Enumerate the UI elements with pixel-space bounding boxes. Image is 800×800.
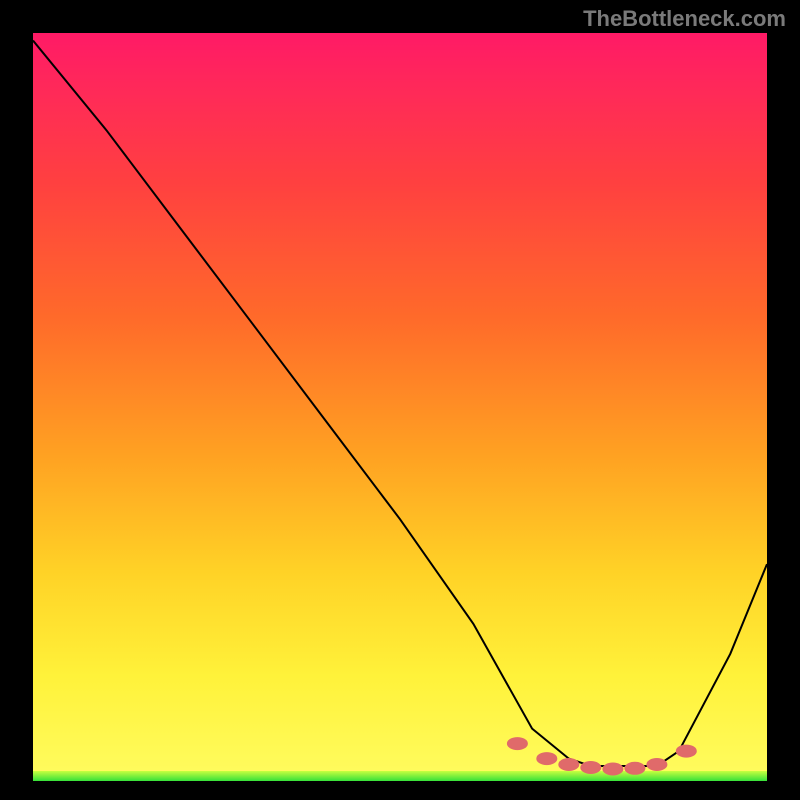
optimal-marker	[603, 763, 623, 775]
optimal-marker	[537, 753, 557, 765]
optimal-marker	[507, 738, 527, 750]
optimal-marker	[559, 759, 579, 771]
curve-layer	[33, 33, 767, 781]
chart-container: TheBottleneck.com	[0, 0, 800, 800]
bottleneck-curve	[33, 41, 767, 767]
optimal-marker	[676, 745, 696, 757]
optimal-marker	[647, 759, 667, 771]
plot-area	[33, 33, 767, 781]
watermark: TheBottleneck.com	[583, 6, 786, 32]
optimal-marker	[581, 762, 601, 774]
optimal-markers	[507, 738, 696, 775]
optimal-marker	[625, 762, 645, 774]
